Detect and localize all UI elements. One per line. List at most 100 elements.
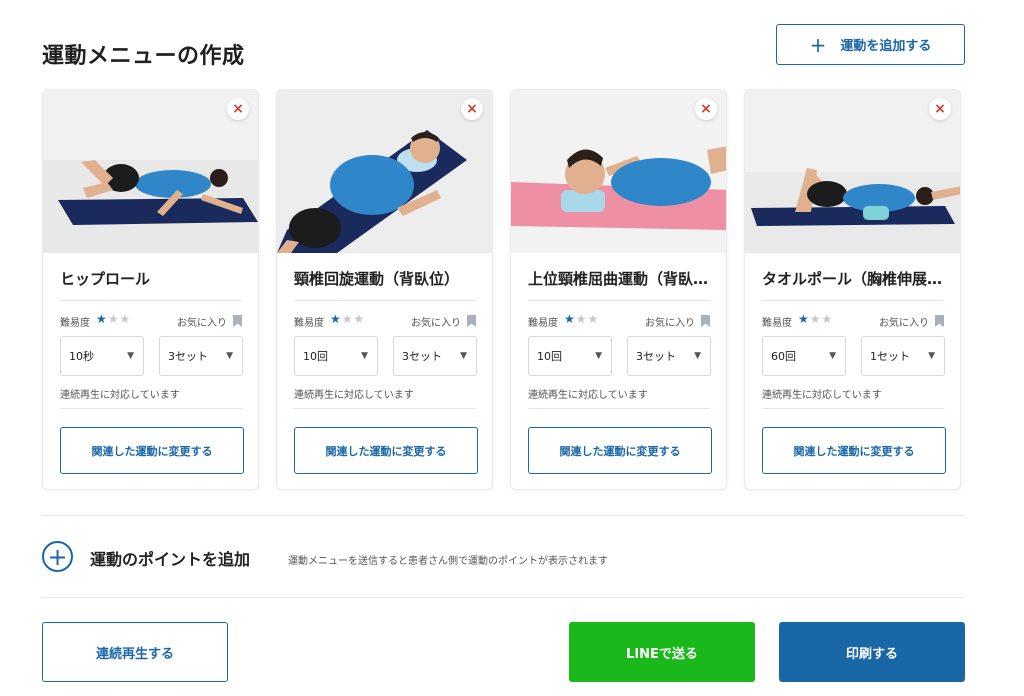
bookmark-icon (701, 315, 710, 327)
bookmark-icon (935, 315, 944, 327)
page-title: 運動メニューの作成 (42, 44, 245, 69)
favorite-label: お気に入り (177, 318, 227, 329)
difficulty-stars: ★★★ (330, 312, 365, 326)
remove-card-button[interactable]: × (461, 98, 483, 120)
plus-icon: + (809, 32, 827, 57)
sets-value: 3セット (168, 350, 208, 363)
close-icon: × (700, 101, 712, 117)
card-meta: 難易度 ★★★ お気に入り (60, 312, 242, 329)
exercise-photo (745, 90, 960, 253)
star-icon: ★ (564, 312, 576, 326)
star-icon: ★ (341, 312, 354, 326)
difficulty-label: 難易度 (762, 318, 792, 329)
amount-value: 10回 (537, 350, 562, 363)
divider (60, 300, 242, 301)
close-icon: × (934, 101, 946, 117)
divider (294, 408, 476, 409)
divider (762, 300, 944, 301)
caret-down-icon: ▼ (694, 351, 701, 361)
star-icon: ★ (96, 312, 108, 326)
caret-down-icon: ▼ (226, 351, 233, 361)
change-related-exercise-button[interactable]: 関連した運動に変更する (60, 427, 244, 474)
exercise-photo (511, 90, 726, 253)
exercise-photo (277, 90, 492, 253)
change-related-exercise-button[interactable]: 関連した運動に変更する (528, 427, 712, 474)
exercise-card: × 頸椎回旋運動（背臥位） 難易度 ★★★ お気に入り 10回 ▼ 3セット ▼ 連… (276, 89, 493, 490)
send-line-button[interactable]: LINEで送る (569, 622, 755, 682)
add-exercise-button[interactable]: + 運動を追加する (776, 24, 965, 65)
exercise-name: ヒップロール (60, 270, 151, 288)
continuous-play-note: 連続再生に対応しています (294, 390, 414, 401)
favorite-toggle[interactable]: お気に入り (177, 313, 242, 329)
amount-select[interactable]: 10回 ▼ (528, 336, 612, 376)
amount-select[interactable]: 10回 ▼ (294, 336, 378, 376)
star-icon: ★ (575, 312, 588, 326)
remove-card-button[interactable]: × (929, 98, 951, 120)
close-icon: × (466, 101, 478, 117)
remove-card-button[interactable]: × (227, 98, 249, 120)
star-icon: ★ (353, 312, 366, 326)
section-divider (42, 515, 964, 516)
add-exercise-point-link[interactable]: 運動のポイントを追加 (90, 546, 250, 570)
divider (762, 408, 944, 409)
exercise-card: × タオルポール（胸椎伸展運動） 難易度 ★★★ お気に入り 60回 ▼ 1セット… (744, 89, 961, 490)
sets-select[interactable]: 3セット ▼ (627, 336, 711, 376)
favorite-toggle[interactable]: お気に入り (879, 313, 944, 329)
amount-value: 10秒 (69, 350, 94, 363)
favorite-label: お気に入り (411, 318, 461, 329)
divider (60, 408, 242, 409)
caret-down-icon: ▼ (361, 351, 368, 361)
print-button[interactable]: 印刷する (779, 622, 965, 682)
card-meta: 難易度 ★★★ お気に入り (762, 312, 944, 329)
difficulty-stars: ★★★ (564, 312, 599, 326)
amount-select[interactable]: 60回 ▼ (762, 336, 846, 376)
favorite-toggle[interactable]: お気に入り (645, 313, 710, 329)
change-related-exercise-button[interactable]: 関連した運動に変更する (294, 427, 478, 474)
caret-down-icon: ▼ (595, 351, 602, 361)
exercise-point-note: 運動メニューを送信すると患者さん側で運動のポイントが表示されます (288, 556, 608, 567)
bookmark-icon (233, 315, 242, 327)
continuous-play-note: 連続再生に対応しています (60, 390, 180, 401)
difficulty-label: 難易度 (294, 318, 324, 329)
add-exercise-button-label: 運動を追加する (840, 39, 932, 54)
exercise-card: × 上位頸椎屈曲運動（背臥位） 難易度 ★★★ お気に入り 10回 ▼ 3セット ▼… (510, 89, 727, 490)
change-related-exercise-button[interactable]: 関連した運動に変更する (762, 427, 946, 474)
close-icon: × (232, 101, 244, 117)
sets-value: 3セット (402, 350, 442, 363)
difficulty-label: 難易度 (528, 318, 558, 329)
amount-value: 60回 (771, 350, 796, 363)
continuous-play-button[interactable]: 連続再生する (42, 622, 228, 682)
exercise-card: × ヒップロール 難易度 ★★★ お気に入り 10秒 ▼ 3セット ▼ 連続再生に対… (42, 89, 259, 490)
card-meta: 難易度 ★★★ お気に入り (294, 312, 476, 329)
star-icon: ★ (330, 312, 342, 326)
star-icon: ★ (798, 312, 810, 326)
star-icon: ★ (821, 312, 834, 326)
amount-select[interactable]: 10秒 ▼ (60, 336, 144, 376)
star-icon: ★ (107, 312, 120, 326)
sets-select[interactable]: 3セット ▼ (393, 336, 477, 376)
star-icon: ★ (119, 312, 132, 326)
divider (294, 300, 476, 301)
remove-card-button[interactable]: × (695, 98, 717, 120)
star-icon: ★ (809, 312, 822, 326)
sets-select[interactable]: 3セット ▼ (159, 336, 243, 376)
difficulty-stars: ★★★ (96, 312, 131, 326)
sets-value: 3セット (636, 350, 676, 363)
continuous-play-note: 連続再生に対応しています (762, 390, 882, 401)
amount-value: 10回 (303, 350, 328, 363)
caret-down-icon: ▼ (928, 351, 935, 361)
bookmark-icon (467, 315, 476, 327)
difficulty-stars: ★★★ (798, 312, 833, 326)
caret-down-icon: ▼ (829, 351, 836, 361)
exercise-name: 頸椎回旋運動（背臥位） (294, 270, 460, 288)
sets-value: 1セット (870, 350, 910, 363)
plus-circle-icon[interactable]: + (42, 541, 73, 572)
divider (528, 408, 710, 409)
continuous-play-note: 連続再生に対応しています (528, 390, 648, 401)
caret-down-icon: ▼ (460, 351, 467, 361)
star-icon: ★ (587, 312, 600, 326)
favorite-label: お気に入り (879, 318, 929, 329)
favorite-toggle[interactable]: お気に入り (411, 313, 476, 329)
exercise-name: 上位頸椎屈曲運動（背臥位） (528, 270, 718, 288)
sets-select[interactable]: 1セット ▼ (861, 336, 945, 376)
